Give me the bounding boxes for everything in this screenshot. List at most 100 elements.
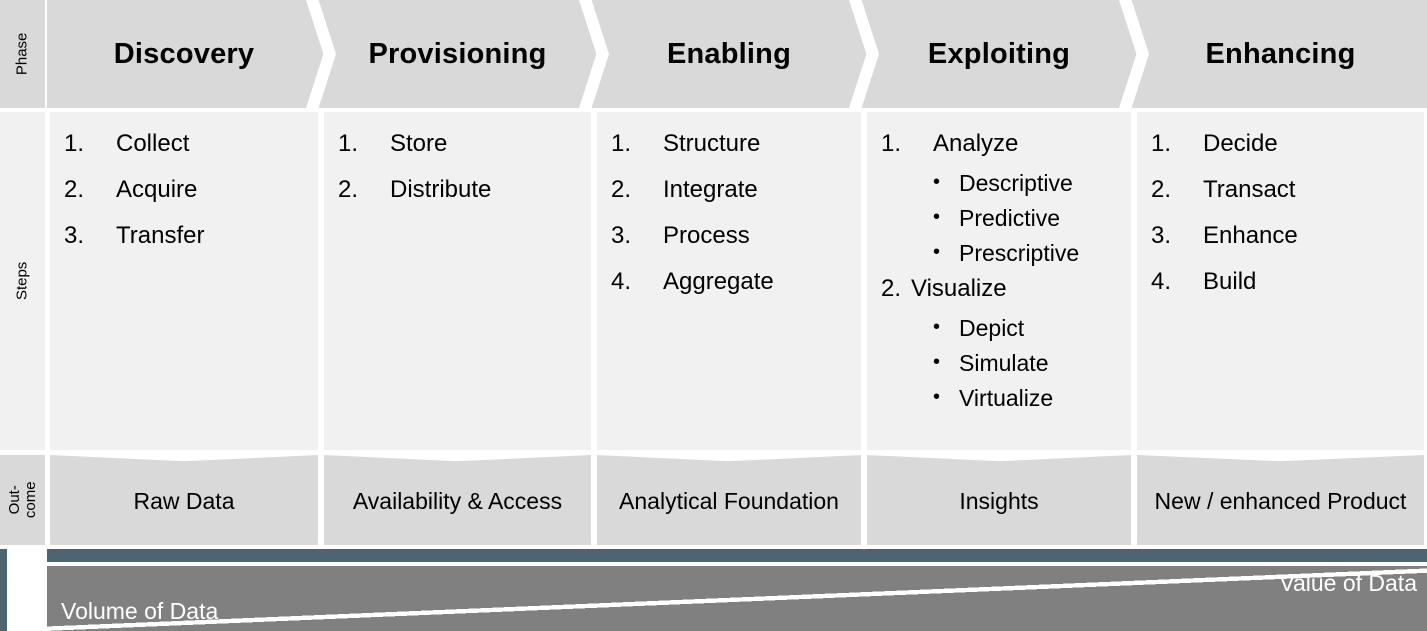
outcome-row: Raw Data Availability & Access Analytical … [47, 455, 1427, 545]
bullet-icon: • [933, 171, 941, 193]
steps-cell-4: 1. Decide 2. Transact 3. Enhance 4. Build [1137, 112, 1424, 450]
step-item[interactable]: 1. Structure [611, 132, 851, 156]
step-number: 3. [611, 222, 632, 249]
sub-step-item[interactable]: • Virtualize [933, 387, 1121, 410]
step-label: Transact [1203, 176, 1296, 203]
phase-header-3[interactable]: Exploiting [864, 0, 1134, 108]
step-number: 1. [1151, 130, 1172, 157]
step-label: Analyze [933, 130, 1019, 157]
step-label: Integrate [663, 176, 758, 203]
step-number: 2. [1151, 176, 1172, 203]
sub-step-label: Prescriptive [959, 240, 1080, 266]
step-label: Process [663, 222, 750, 249]
step-label: Store [390, 130, 448, 157]
phase-title: Provisioning [368, 37, 547, 70]
phase-header-row: Discovery Provisioning Enabling Exploiting E… [47, 0, 1427, 108]
row-label-phase-text: Phase [13, 32, 31, 76]
volume-of-data-label: Volume of Data [61, 598, 219, 624]
step-item[interactable]: 4. Build [1151, 270, 1414, 294]
diagonal-split-line [47, 566, 1427, 631]
outcome-label: New / enhanced Product [1154, 488, 1407, 515]
steps-cell-0: 1. Collect 2. Acquire 3. Transfer [50, 112, 318, 450]
sub-step-item[interactable]: • Prescriptive [933, 242, 1121, 265]
bullet-icon: • [933, 206, 941, 228]
outcome-cell-0[interactable]: Raw Data [50, 455, 318, 545]
step-number: 1. [64, 130, 85, 157]
steps-cell-2: 1. Structure 2. Integrate 3. Process 4. Aggrega… [597, 112, 861, 450]
outcome-cell-2[interactable]: Analytical Foundation [597, 455, 861, 545]
step-label: Aggregate [663, 268, 774, 295]
step-number: 4. [1151, 268, 1172, 295]
step-item[interactable]: 2. Transact [1151, 178, 1414, 202]
step-item[interactable]: 2. Distribute [338, 178, 581, 202]
step-number: 4. [611, 268, 632, 295]
value-of-data-label: Value of Data [1279, 570, 1417, 596]
step-number: 1. [338, 130, 359, 157]
data-value-chain-diagram: Phase Steps Out-come Discovery Provisioni… [0, 0, 1427, 631]
step-item[interactable]: 3. Process [611, 224, 851, 248]
step-label: Decide [1203, 130, 1278, 157]
step-label: Structure [663, 130, 761, 157]
sub-step-group: • Descriptive • Predictive • Prescriptive [881, 172, 1121, 265]
bullet-icon: • [933, 351, 941, 373]
row-label-steps: Steps [0, 112, 45, 450]
sub-step-item[interactable]: • Depict [933, 317, 1121, 340]
row-label-outcome-line1: Out- [5, 485, 23, 515]
step-item[interactable]: 1. Decide [1151, 132, 1414, 156]
row-label-phase: Phase [0, 0, 45, 108]
bullet-icon: • [933, 386, 941, 408]
bullet-icon: • [933, 316, 941, 338]
step-label: Enhance [1203, 222, 1298, 249]
phase-header-2[interactable]: Enabling [594, 0, 864, 108]
phase-header-0[interactable]: Discovery [47, 0, 321, 108]
step-number: 2. [611, 176, 632, 203]
sub-step-group: • Depict • Simulate • Virtualize [881, 317, 1121, 410]
outcome-label: Analytical Foundation [619, 488, 839, 515]
sub-step-label: Depict [959, 315, 1025, 341]
bullet-icon: • [933, 241, 941, 263]
phase-title: Exploiting [927, 37, 1071, 70]
steps-cell-1: 1. Store 2. Distribute [324, 112, 591, 450]
row-label-outcome: Out-come [0, 455, 45, 545]
row-label-steps-text: Steps [13, 261, 31, 301]
outcome-cell-3[interactable]: Insights [867, 455, 1131, 545]
step-item[interactable]: 2. Integrate [611, 178, 851, 202]
step-label: Distribute [390, 176, 492, 203]
teal-left-stub [0, 549, 7, 631]
step-number: 1. [881, 130, 902, 157]
step-number: 1. [611, 130, 632, 157]
steps-cell-3: 1. Analyze • Descriptive • Predictive • Prescri… [867, 112, 1131, 450]
step-label: Acquire [116, 176, 198, 203]
step-number: 2. [64, 176, 85, 203]
step-item[interactable]: 2. Acquire [64, 178, 308, 202]
sub-step-item[interactable]: • Simulate [933, 352, 1121, 375]
step-item[interactable]: 2. Visualize [881, 277, 1121, 301]
sub-step-label: Virtualize [959, 385, 1054, 411]
sub-step-item[interactable]: • Predictive [933, 207, 1121, 230]
sub-step-item[interactable]: • Descriptive [933, 172, 1121, 195]
step-number: 3. [64, 222, 85, 249]
sub-step-label: Predictive [959, 205, 1060, 231]
step-item[interactable]: 3. Transfer [64, 224, 308, 248]
teal-divider-bar [47, 549, 1427, 562]
phase-header-4[interactable]: Enhancing [1134, 0, 1427, 108]
step-item[interactable]: 1. Analyze [881, 132, 1121, 156]
step-number: 3. [1151, 222, 1172, 249]
step-item[interactable]: 1. Collect [64, 132, 308, 156]
step-item[interactable]: 3. Enhance [1151, 224, 1414, 248]
outcome-cell-1[interactable]: Availability & Access [324, 455, 591, 545]
phase-title: Enabling [666, 37, 792, 70]
step-item[interactable]: 1. Store [338, 132, 581, 156]
outcome-cell-4[interactable]: New / enhanced Product [1137, 455, 1424, 545]
step-item[interactable]: 4. Aggregate [611, 270, 851, 294]
step-label: Visualize [911, 275, 1007, 302]
row-label-outcome-text: Out-come [5, 478, 39, 523]
phase-header-1[interactable]: Provisioning [321, 0, 594, 108]
outcome-label: Availability & Access [352, 488, 563, 515]
phase-title: Enhancing [1205, 37, 1356, 70]
step-label: Transfer [116, 222, 205, 249]
outcome-label: Insights [959, 488, 1039, 515]
outcome-label: Raw Data [133, 488, 235, 515]
sub-step-label: Descriptive [959, 170, 1073, 196]
sub-step-label: Simulate [959, 350, 1049, 376]
